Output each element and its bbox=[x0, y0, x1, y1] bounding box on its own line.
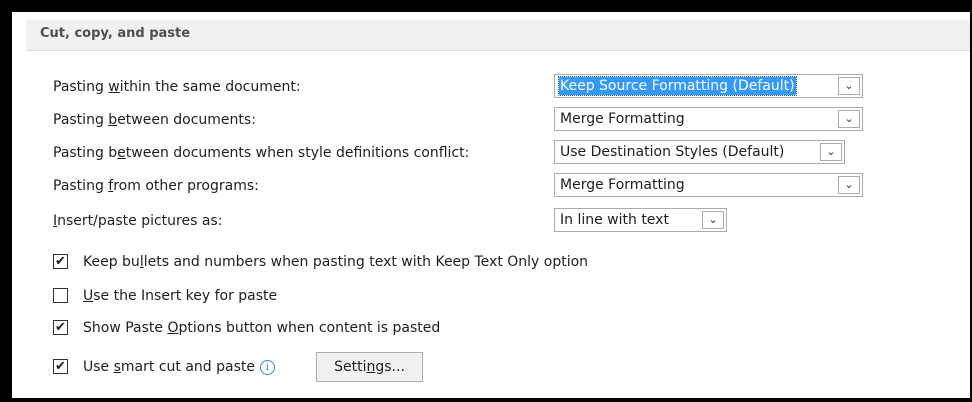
section-title: Cut, copy, and paste bbox=[40, 26, 191, 41]
dropdown-value: Merge Formatting bbox=[560, 177, 685, 193]
pasting-between-dropdown[interactable]: Merge Formatting ⌄ bbox=[554, 107, 863, 131]
chevron-down-icon[interactable]: ⌄ bbox=[820, 143, 842, 161]
chevron-down-icon[interactable]: ⌄ bbox=[702, 211, 724, 229]
label-insert-pictures: Insert/paste pictures as: bbox=[53, 213, 223, 229]
settings-button[interactable]: Settings... bbox=[316, 352, 423, 382]
chevron-down-icon[interactable]: ⌄ bbox=[838, 176, 860, 194]
label-pasting-within: Pasting within the same document: bbox=[53, 79, 301, 95]
dropdown-value: Merge Formatting bbox=[560, 111, 685, 127]
label-pasting-other-programs: Pasting from other programs: bbox=[53, 178, 259, 194]
section-header: Cut, copy, and paste bbox=[26, 20, 970, 51]
keep-bullets-checkbox[interactable]: ✔ bbox=[53, 254, 68, 269]
options-panel: Cut, copy, and paste Pasting within the … bbox=[12, 12, 970, 398]
chevron-down-icon[interactable]: ⌄ bbox=[838, 77, 860, 95]
use-insert-key-checkbox[interactable] bbox=[53, 288, 68, 303]
dropdown-value: Use Destination Styles (Default) bbox=[560, 144, 785, 160]
label-pasting-conflict: Pasting between documents when style def… bbox=[53, 145, 470, 161]
smart-cut-paste-checkbox[interactable]: ✔ bbox=[53, 359, 68, 374]
dropdown-value: Keep Source Formatting (Default) bbox=[558, 76, 797, 96]
show-paste-options-label: Show Paste Options button when content i… bbox=[83, 320, 441, 336]
show-paste-options-checkbox[interactable]: ✔ bbox=[53, 320, 68, 335]
label-pasting-between: Pasting between documents: bbox=[53, 112, 256, 128]
keep-bullets-label: Keep bullets and numbers when pasting te… bbox=[83, 254, 589, 270]
insert-pictures-dropdown[interactable]: In line with text ⌄ bbox=[554, 208, 727, 232]
use-insert-key-label: Use the Insert key for paste bbox=[83, 288, 278, 304]
smart-cut-paste-label: Use smart cut and paste i bbox=[83, 357, 275, 377]
dropdown-value: In line with text bbox=[560, 212, 669, 228]
pasting-conflict-dropdown[interactable]: Use Destination Styles (Default) ⌄ bbox=[554, 140, 845, 164]
info-icon[interactable]: i bbox=[259, 360, 275, 375]
pasting-other-programs-dropdown[interactable]: Merge Formatting ⌄ bbox=[554, 173, 863, 197]
chevron-down-icon[interactable]: ⌄ bbox=[838, 110, 860, 128]
pasting-within-dropdown[interactable]: Keep Source Formatting (Default) ⌄ bbox=[554, 74, 863, 98]
